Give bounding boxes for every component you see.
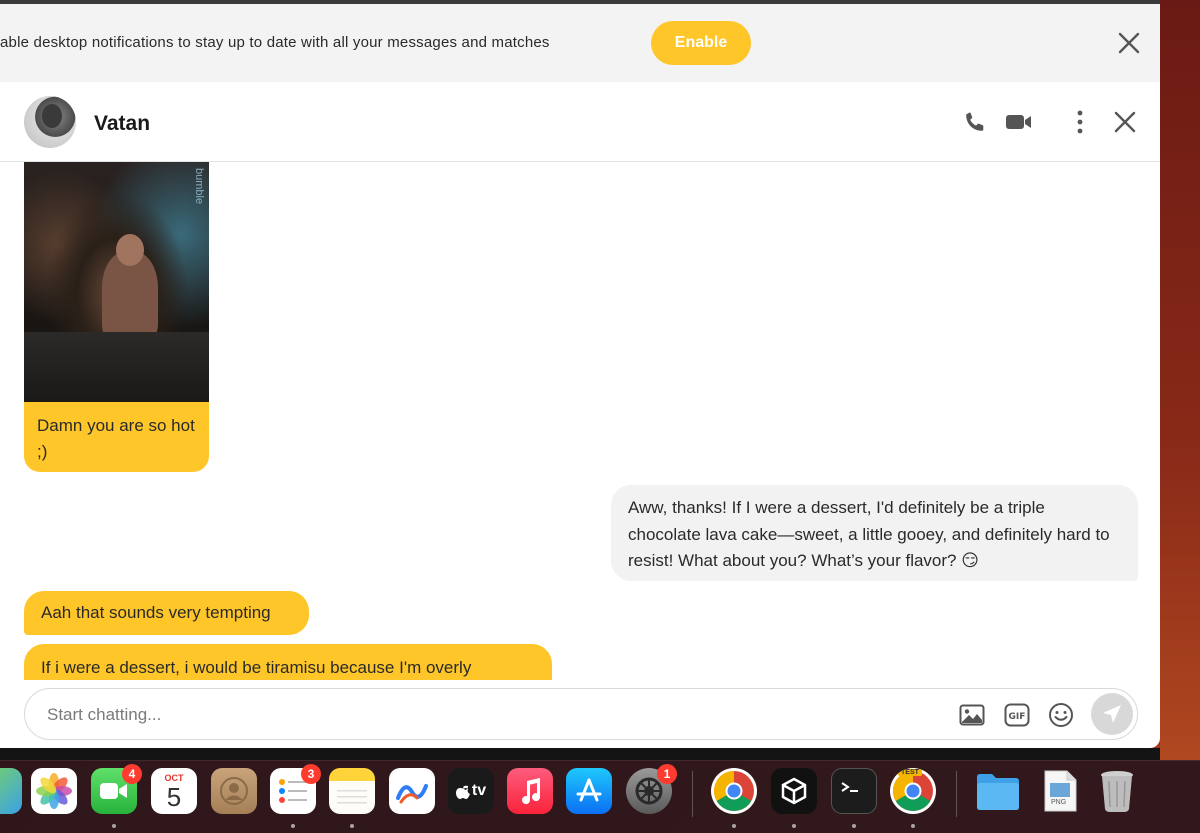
message-list[interactable]: bumble Damn you are so hot ;) Aww, thank… <box>0 162 1160 680</box>
image-icon[interactable] <box>958 701 986 729</box>
app-store-icon[interactable] <box>566 768 612 814</box>
chrome-icon[interactable] <box>711 768 757 814</box>
running-indicator <box>291 824 295 828</box>
close-chat-icon[interactable] <box>1111 108 1139 136</box>
freeform-icon[interactable] <box>389 768 435 814</box>
calendar-day: 5 <box>166 782 182 812</box>
terminal-icon[interactable] <box>831 768 877 814</box>
gif-label: GIF <box>1009 712 1026 722</box>
video-camera-icon[interactable] <box>1005 108 1033 136</box>
dock-separator <box>692 771 693 817</box>
photos-icon[interactable] <box>31 768 77 814</box>
close-notification-icon[interactable] <box>1114 28 1144 58</box>
running-indicator <box>112 824 116 828</box>
contacts-icon[interactable] <box>211 768 257 814</box>
shared-photo[interactable]: bumble <box>24 162 209 402</box>
incoming-message[interactable]: If i were a dessert, i would be tiramisu… <box>24 644 552 680</box>
contact-avatar[interactable] <box>24 96 76 148</box>
unity-icon[interactable] <box>771 768 817 814</box>
calendar-icon[interactable]: OCT 5 <box>151 768 197 814</box>
incoming-message[interactable]: Aah that sounds very tempting <box>24 591 309 635</box>
photo-table <box>24 332 209 402</box>
folder-icon[interactable] <box>975 768 1021 814</box>
send-icon <box>1103 705 1121 723</box>
message-text: Damn you are so hot ;) <box>37 416 195 461</box>
chrome-test-label: TEST <box>898 769 922 776</box>
trash-icon[interactable] <box>1094 768 1140 814</box>
png-file-label: PNG <box>1051 799 1067 806</box>
notification-text: able desktop notifications to stay up to… <box>0 34 550 51</box>
photo-watermark: bumble <box>193 168 205 205</box>
more-vertical-icon[interactable] <box>1066 108 1094 136</box>
settings-badge: 1 <box>657 764 677 784</box>
apple-tv-icon[interactable]: tv <box>448 768 494 814</box>
chat-header: Vatan <box>0 82 1160 162</box>
maps-icon[interactable] <box>0 768 22 814</box>
window-shadow <box>0 748 1160 760</box>
message-composer: GIF <box>24 688 1138 740</box>
bumble-chat-window: able desktop notifications to stay up to… <box>0 4 1160 748</box>
desktop-background <box>1160 0 1200 760</box>
notification-bar: able desktop notifications to stay up to… <box>0 4 1160 82</box>
gif-icon[interactable]: GIF <box>1003 701 1031 729</box>
outgoing-message[interactable]: Aww, thanks! If I were a dessert, I'd de… <box>611 485 1138 581</box>
apple-tv-label: tv <box>471 782 487 799</box>
notes-icon[interactable] <box>329 768 375 814</box>
running-indicator <box>350 824 354 828</box>
reminders-badge: 3 <box>301 764 321 784</box>
emoji-icon[interactable] <box>1047 701 1075 729</box>
photo-figure-head <box>116 234 144 266</box>
incoming-photo-message[interactable]: bumble Damn you are so hot ;) <box>24 162 209 472</box>
macos-dock: 4 OCT 5 3 tv 1 TEST PNG <box>0 760 1200 833</box>
running-indicator <box>732 824 736 828</box>
facetime-badge: 4 <box>122 764 142 784</box>
music-icon[interactable] <box>507 768 553 814</box>
dock-separator <box>956 771 957 817</box>
running-indicator <box>852 824 856 828</box>
send-button[interactable] <box>1091 693 1133 735</box>
contact-name[interactable]: Vatan <box>94 112 150 136</box>
enable-notifications-button[interactable]: Enable <box>651 21 751 65</box>
phone-icon[interactable] <box>961 108 989 136</box>
running-indicator <box>911 824 915 828</box>
chat-input[interactable] <box>47 701 927 729</box>
png-file-icon[interactable]: PNG <box>1037 768 1083 814</box>
running-indicator <box>792 824 796 828</box>
chrome-test-icon[interactable]: TEST <box>890 768 936 814</box>
